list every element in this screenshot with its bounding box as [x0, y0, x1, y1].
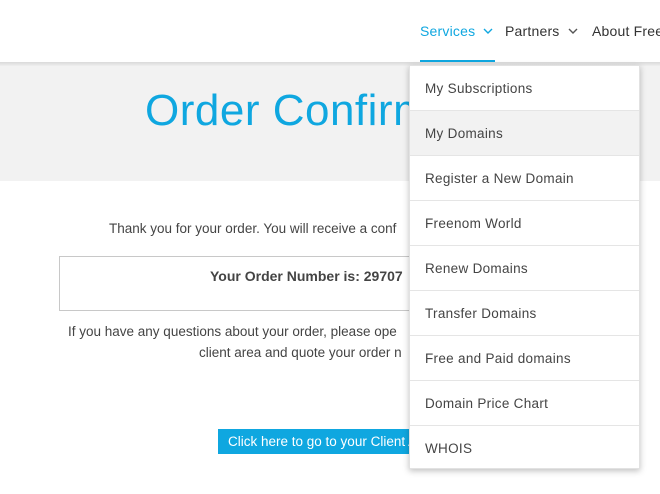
chevron-down-icon — [568, 28, 578, 34]
chevron-down-icon — [483, 28, 493, 34]
page: Services Partners About Free Order Confi… — [0, 0, 660, 494]
menu-item-transfer-domains[interactable]: Transfer Domains — [410, 291, 639, 336]
menu-item-free-paid-domains[interactable]: Free and Paid domains — [410, 336, 639, 381]
nav-about[interactable]: About Free — [592, 0, 660, 62]
thank-you-text: Thank you for your order. You will recei… — [109, 221, 397, 236]
menu-item-register-domain[interactable]: Register a New Domain — [410, 156, 639, 201]
nav-partners[interactable]: Partners — [505, 0, 578, 62]
nav-services-label: Services — [420, 23, 476, 39]
menu-item-my-subscriptions[interactable]: My Subscriptions — [410, 66, 639, 111]
nav-services[interactable]: Services — [420, 0, 495, 64]
services-dropdown-menu: My Subscriptions My Domains Register a N… — [409, 65, 640, 469]
order-number: Your Order Number is: 29707 — [210, 268, 403, 284]
menu-item-whois[interactable]: WHOIS — [410, 426, 639, 471]
client-area-button[interactable]: Click here to go to your Client A — [218, 429, 418, 454]
nav-partners-label: Partners — [505, 23, 560, 39]
menu-item-domain-price-chart[interactable]: Domain Price Chart — [410, 381, 639, 426]
menu-item-renew-domains[interactable]: Renew Domains — [410, 246, 639, 291]
menu-item-my-domains[interactable]: My Domains — [410, 111, 639, 156]
top-navigation: Services Partners About Free — [0, 0, 660, 64]
page-title: Order Confirm — [145, 86, 431, 135]
menu-item-freenom-world[interactable]: Freenom World — [410, 201, 639, 246]
nav-about-label: About Free — [592, 23, 660, 39]
